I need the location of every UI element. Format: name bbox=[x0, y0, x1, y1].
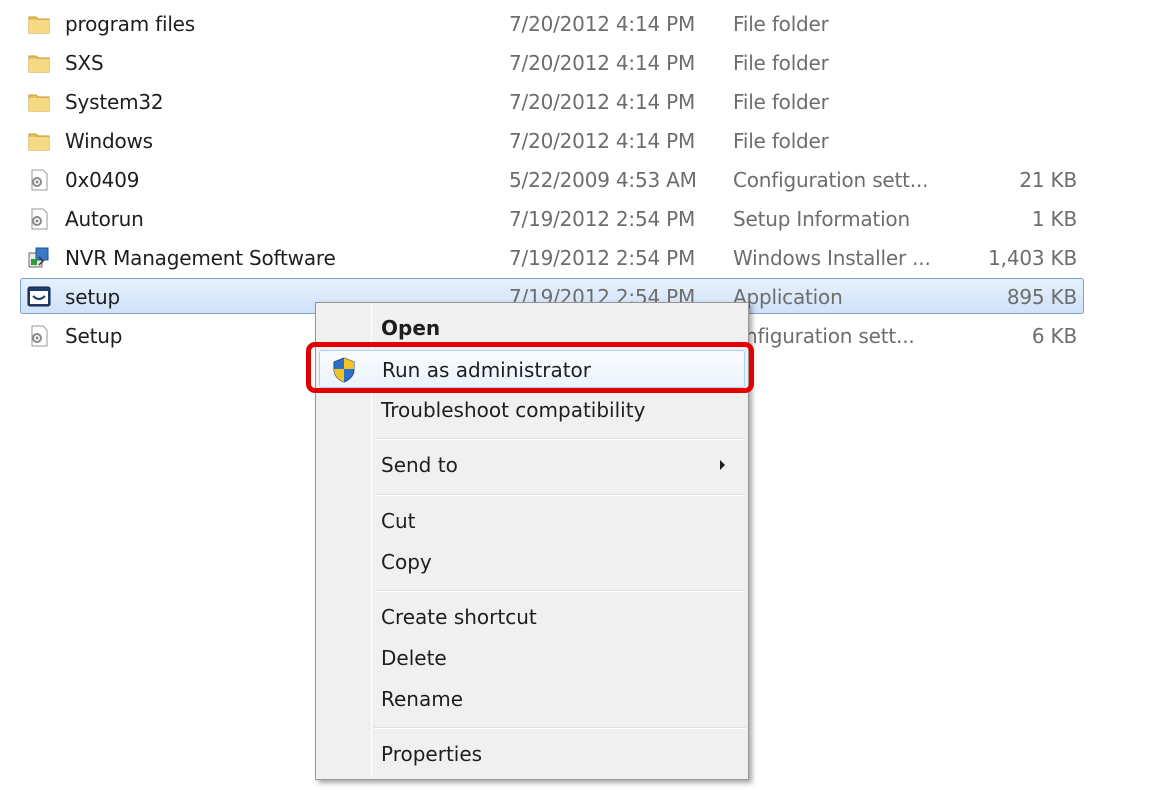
file-type: Windows Installer ... bbox=[733, 246, 931, 270]
file-row-nvr-management-software[interactable]: NVR Management Software 7/19/2012 2:54 P… bbox=[20, 239, 1084, 275]
menu-item-send-to[interactable]: Send to bbox=[319, 446, 745, 484]
file-row-system32[interactable]: System32 7/20/2012 4:14 PM File folder bbox=[20, 83, 1084, 119]
file-size: 1,403 KB bbox=[988, 246, 1077, 270]
file-name: System32 bbox=[65, 90, 164, 114]
file-name: SXS bbox=[65, 51, 104, 75]
file-row-windows[interactable]: Windows 7/20/2012 4:14 PM File folder bbox=[20, 122, 1084, 158]
menu-item-label: Rename bbox=[381, 687, 464, 711]
config-file-icon bbox=[31, 325, 48, 347]
file-name: Autorun bbox=[65, 207, 144, 231]
file-name: NVR Management Software bbox=[65, 246, 336, 270]
menu-item-label: Create shortcut bbox=[381, 605, 537, 629]
file-name: program files bbox=[65, 12, 196, 36]
menu-separator bbox=[374, 590, 746, 592]
file-type: File folder bbox=[733, 12, 829, 36]
file-type: Configuration sett... bbox=[733, 168, 929, 192]
file-name: 0x0409 bbox=[65, 168, 140, 192]
file-name: Setup bbox=[65, 324, 123, 348]
menu-item-copy[interactable]: Copy bbox=[319, 543, 745, 581]
menu-item-cut[interactable]: Cut bbox=[319, 502, 745, 540]
file-date: 7/20/2012 4:14 PM bbox=[509, 12, 696, 36]
menu-separator bbox=[374, 494, 746, 496]
menu-item-create-shortcut[interactable]: Create shortcut bbox=[319, 598, 745, 636]
menu-item-label: Properties bbox=[381, 742, 483, 766]
file-date: 7/20/2012 4:14 PM bbox=[509, 51, 696, 75]
file-type: File folder bbox=[733, 51, 829, 75]
menu-item-troubleshoot-compatibility[interactable]: Troubleshoot compatibility bbox=[319, 391, 745, 429]
file-type: File folder bbox=[733, 90, 829, 114]
menu-item-label: Cut bbox=[381, 509, 416, 533]
file-type: Application bbox=[733, 285, 843, 309]
file-row-0x0409[interactable]: 0x0409 5/22/2009 4:53 AM Configuration s… bbox=[20, 161, 1084, 197]
explorer-window: program files 7/20/2012 4:14 PM File fol… bbox=[0, 0, 1151, 790]
menu-item-label: Copy bbox=[381, 550, 432, 574]
file-row-program-files[interactable]: program files 7/20/2012 4:14 PM File fol… bbox=[20, 5, 1084, 41]
file-row-sxs[interactable]: SXS 7/20/2012 4:14 PM File folder bbox=[20, 44, 1084, 80]
installer-icon bbox=[28, 247, 49, 268]
file-date: 7/20/2012 4:14 PM bbox=[509, 90, 696, 114]
menu-separator bbox=[374, 727, 746, 729]
folder-icon bbox=[28, 94, 50, 112]
highlight-annotation-box bbox=[306, 342, 754, 393]
file-size: 1 KB bbox=[1031, 207, 1077, 231]
file-size: 895 KB bbox=[1006, 285, 1077, 309]
menu-item-rename[interactable]: Rename bbox=[319, 680, 745, 718]
file-date: 7/19/2012 2:54 PM bbox=[509, 246, 696, 270]
menu-item-properties[interactable]: Properties bbox=[319, 735, 745, 773]
file-name: setup bbox=[65, 285, 120, 309]
file-date: 7/20/2012 4:14 PM bbox=[509, 129, 696, 153]
menu-item-label: Delete bbox=[381, 646, 447, 670]
file-type: onfiguration sett... bbox=[733, 324, 915, 348]
application-icon bbox=[27, 286, 51, 307]
file-row-autorun[interactable]: Autorun 7/19/2012 2:54 PM Setup Informat… bbox=[20, 200, 1084, 236]
folder-icon bbox=[28, 16, 50, 34]
submenu-arrow-icon bbox=[720, 460, 725, 470]
config-file-icon bbox=[31, 208, 48, 230]
file-name: Windows bbox=[65, 129, 153, 153]
menu-item-delete[interactable]: Delete bbox=[319, 639, 745, 677]
file-type: File folder bbox=[733, 129, 829, 153]
file-date: 7/19/2012 2:54 PM bbox=[509, 207, 696, 231]
folder-icon bbox=[28, 55, 50, 73]
menu-item-label: Troubleshoot compatibility bbox=[381, 398, 646, 422]
file-size: 6 KB bbox=[1031, 324, 1077, 348]
file-type: Setup Information bbox=[733, 207, 910, 231]
file-date: 5/22/2009 4:53 AM bbox=[509, 168, 697, 192]
file-size: 21 KB bbox=[1019, 168, 1077, 192]
config-file-icon bbox=[31, 169, 48, 191]
folder-icon bbox=[28, 133, 50, 151]
menu-item-label: Send to bbox=[381, 453, 458, 477]
menu-separator bbox=[374, 438, 746, 440]
